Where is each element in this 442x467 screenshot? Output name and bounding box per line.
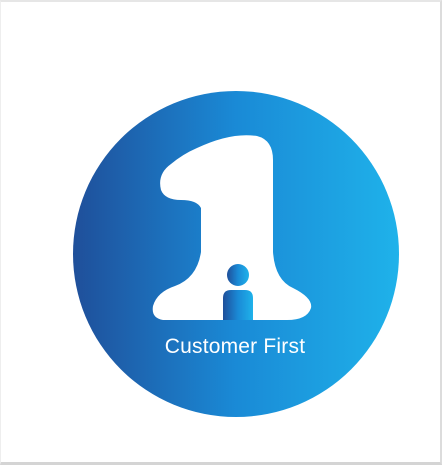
customer-first-logo: Customer First <box>73 91 399 417</box>
person-head-icon <box>227 264 249 286</box>
logo-caption: Customer First <box>165 335 305 358</box>
image-frame: Customer First <box>0 0 442 465</box>
person-body-icon <box>223 290 253 320</box>
